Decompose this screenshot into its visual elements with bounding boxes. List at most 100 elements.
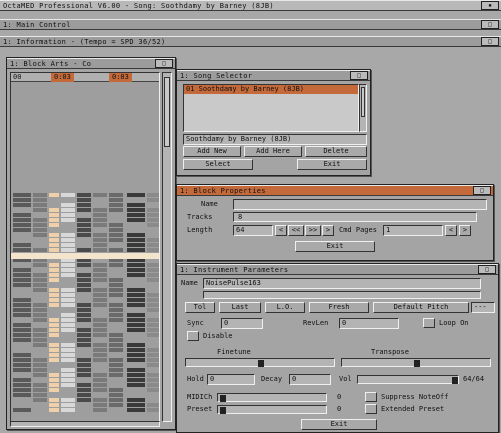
zoom-gadget[interactable]: □ <box>473 186 491 195</box>
grid-cell <box>109 358 123 362</box>
add-new-button[interactable]: Add New <box>183 146 241 157</box>
cmd-pages-decrease-button[interactable]: < <box>445 225 457 236</box>
grid-cell <box>93 268 107 272</box>
scroll-knob[interactable] <box>164 77 170 147</box>
grid-cell <box>109 398 123 402</box>
song-list-item[interactable]: 01 Soothdamy by Barney (8JB) <box>184 85 358 94</box>
cmd-pages-field[interactable]: 1 <box>383 225 443 236</box>
extended-preset-checkbox[interactable] <box>365 404 377 414</box>
zoom-gadget[interactable]: □ <box>350 71 368 80</box>
grid-cell <box>127 373 145 377</box>
grid-cell <box>77 248 91 252</box>
grid-cell <box>127 318 145 322</box>
transpose-slider[interactable] <box>341 358 491 367</box>
transpose-label: Transpose <box>371 348 409 356</box>
fresh-button[interactable]: Fresh <box>309 302 369 313</box>
block-arts-title-bar[interactable]: 1: Block Arts - Co □ <box>7 58 175 69</box>
grid-cell <box>147 238 159 242</box>
delete-button[interactable]: Delete <box>305 146 367 157</box>
grid-cell <box>13 203 31 207</box>
zoom-gadget[interactable]: □ <box>155 59 173 68</box>
horizontal-scrollbar[interactable] <box>10 421 160 427</box>
cmd-pages-increase-button[interactable]: > <box>459 225 471 236</box>
name-label: Name <box>181 279 198 287</box>
lo-button[interactable]: L.O. <box>265 302 305 313</box>
grid-cell <box>147 213 159 217</box>
length-double-button[interactable]: >> <box>305 225 321 236</box>
song-selector-title-bar[interactable]: 1: Song Selector □ <box>177 70 370 81</box>
length-increase-button[interactable]: > <box>322 225 334 236</box>
block-name-field[interactable] <box>233 199 487 210</box>
length-decrease-button[interactable]: < <box>275 225 287 236</box>
add-here-button[interactable]: Add Here <box>244 146 302 157</box>
length-halve-button[interactable]: << <box>288 225 304 236</box>
grid-cell <box>49 288 59 292</box>
length-field[interactable]: 64 <box>233 225 273 236</box>
loop-on-label: Loop On <box>439 319 469 327</box>
grid-cell <box>109 283 123 287</box>
information-bar[interactable]: 1: Information - (Tempo = SPD 36/52) □ <box>0 36 501 47</box>
revlen-field[interactable]: 0 <box>339 318 399 329</box>
finetune-slider[interactable] <box>185 358 335 367</box>
grid-cell <box>77 263 91 267</box>
grid-cell <box>61 238 75 242</box>
sync-field[interactable]: 0 <box>221 318 263 329</box>
grid-cell <box>49 193 59 197</box>
tracks-slider[interactable]: 8 <box>233 212 477 222</box>
vertical-scrollbar[interactable] <box>162 72 172 422</box>
grid-cell <box>109 193 123 197</box>
grid-cell <box>13 218 31 222</box>
slider-knob[interactable] <box>220 407 226 414</box>
default-pitch-button[interactable]: Default Pitch <box>373 302 469 313</box>
exit-button[interactable]: Exit <box>295 241 375 252</box>
grid-cell <box>127 248 145 252</box>
hold-field[interactable]: 0 <box>207 374 255 385</box>
zoom-gadget[interactable]: □ <box>478 265 496 274</box>
instrument-name-field[interactable]: NoisePulse163 <box>203 278 481 289</box>
decay-field[interactable]: 0 <box>289 374 331 385</box>
suppress-noteoff-checkbox[interactable] <box>365 392 377 402</box>
grid-cell <box>127 263 145 267</box>
grid-cell <box>127 408 145 412</box>
block-grid[interactable]: 00 0:03 0:03 <box>10 72 160 422</box>
instrument-slider[interactable] <box>203 291 481 299</box>
grid-cell <box>77 338 91 342</box>
grid-cell <box>147 408 159 412</box>
grid-cell <box>147 318 159 322</box>
current-song-field[interactable]: Soothdamy by Barney (8JB) <box>183 134 367 145</box>
grid-cell <box>77 218 91 222</box>
exit-button[interactable]: Exit <box>301 419 377 430</box>
slider-knob[interactable] <box>220 395 226 402</box>
vol-slider[interactable] <box>357 375 459 384</box>
loop-on-checkbox[interactable] <box>423 318 435 328</box>
last-button[interactable]: Last <box>219 302 261 313</box>
exit-button[interactable]: Exit <box>297 159 367 170</box>
grid-cell <box>61 373 75 377</box>
grid-cell <box>93 343 107 347</box>
grid-cell <box>147 348 159 352</box>
slider-knob[interactable] <box>452 377 458 384</box>
tol-button[interactable]: Tol <box>185 302 215 313</box>
disable-checkbox[interactable] <box>187 331 199 341</box>
grid-cell <box>147 263 159 267</box>
depth-gadget[interactable]: ▪ <box>481 1 499 10</box>
block-properties-title-bar[interactable]: 1: Block Properties □ <box>177 185 493 196</box>
select-button[interactable]: Select <box>183 159 253 170</box>
zoom-gadget[interactable]: □ <box>481 20 499 29</box>
song-list-scrollbar[interactable] <box>359 84 367 132</box>
midich-slider[interactable] <box>217 393 327 402</box>
slider-knob[interactable] <box>258 360 264 367</box>
grid-cell <box>33 318 47 322</box>
grid-cell <box>93 213 107 217</box>
grid-cell <box>93 263 107 267</box>
default-pitch-field[interactable]: --- <box>471 302 495 313</box>
preset-slider[interactable] <box>217 405 327 414</box>
zoom-gadget[interactable]: □ <box>481 37 499 46</box>
grid-cell <box>33 313 47 317</box>
grid-cell <box>13 358 31 362</box>
grid-column <box>61 83 75 421</box>
instrument-parameters-title-bar[interactable]: 1: Instrument Parameters □ <box>177 264 498 275</box>
main-control-bar[interactable]: 1: Main Control □ <box>0 19 501 30</box>
slider-knob[interactable] <box>414 360 420 367</box>
song-list[interactable]: 01 Soothdamy by Barney (8JB) <box>183 84 359 132</box>
